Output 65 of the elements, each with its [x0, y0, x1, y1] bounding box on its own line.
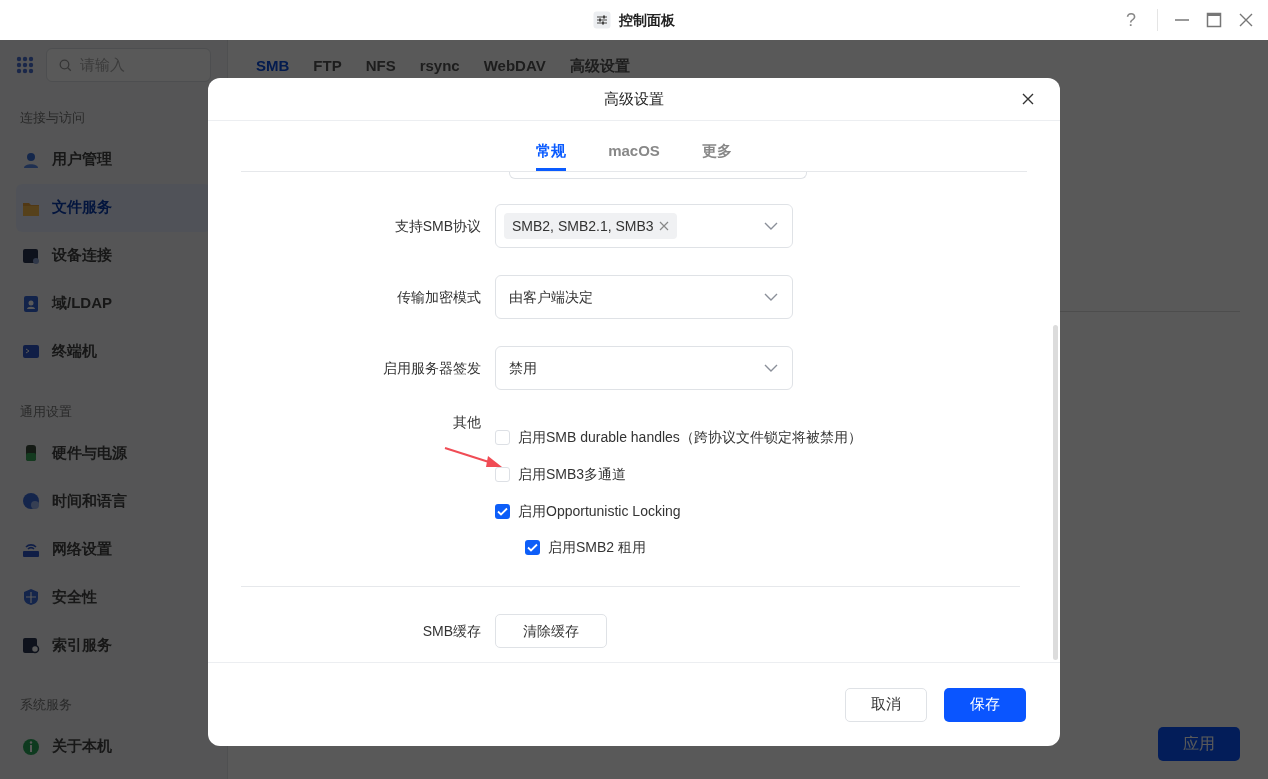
sidebar-item[interactable]: 文件服务 — [16, 183, 211, 232]
sidebar-item[interactable]: 安全性 — [16, 573, 211, 621]
tab[interactable]: WebDAV — [483, 54, 546, 78]
sidebar-item[interactable]: 网络设置 — [16, 525, 211, 573]
chevron-down-icon — [764, 364, 778, 372]
sidebar-item[interactable]: 设备连接 — [16, 231, 211, 280]
globe-icon — [22, 492, 40, 510]
field-label: 启用服务器签发 — [382, 358, 482, 378]
dropdown[interactable]: 由客户端决定 — [495, 275, 793, 319]
tab[interactable]: SMB — [256, 54, 290, 78]
shield-icon — [22, 588, 40, 606]
dropdown-value: 由客户端决定 — [508, 287, 593, 307]
checkbox[interactable] — [495, 467, 510, 482]
sidebar-item[interactable]: 域/LDAP — [16, 279, 211, 328]
help-button[interactable]: ? — [1121, 6, 1141, 34]
chevron-down-icon — [764, 222, 778, 230]
save-button[interactable]: 保存 — [944, 687, 1026, 722]
remove-icon[interactable] — [658, 221, 669, 231]
sidebar-item[interactable]: 硬件与电源 — [16, 429, 211, 477]
window-title: 控制面板 — [619, 10, 675, 30]
dropdown[interactable]: 禁用 — [495, 346, 793, 390]
checkmark-icon — [497, 507, 508, 516]
field-label: 其他 — [453, 413, 481, 432]
tab[interactable]: rsync — [419, 54, 460, 78]
clear-cache-button[interactable]: 清除缓存 — [495, 614, 607, 648]
annotation-arrow — [444, 447, 504, 469]
chevron-down-icon — [764, 293, 778, 301]
checkbox[interactable] — [495, 430, 510, 445]
tab[interactable]: 高级设置 — [569, 54, 630, 78]
tab[interactable]: NFS — [365, 54, 396, 78]
user-icon — [22, 150, 40, 169]
checkmark-icon — [527, 543, 538, 552]
checkbox-label: 启用SMB durable handles（跨协议文件锁定将被禁用） — [518, 428, 862, 447]
tag: SMB2, SMB2.1, SMB3 — [504, 213, 677, 239]
maximize-icon[interactable] — [1206, 12, 1222, 28]
checkbox-label: 启用SMB3多通道 — [518, 465, 627, 484]
id-card-icon — [22, 294, 40, 313]
sidebar-item[interactable]: 终端机 — [16, 327, 211, 376]
sidebar-item[interactable]: 关于本机 — [16, 722, 211, 771]
apply-button[interactable]: 应用 — [1158, 727, 1240, 761]
cancel-button[interactable]: 取消 — [845, 687, 927, 722]
tab[interactable]: 常规 — [536, 139, 567, 171]
app-grid-icon[interactable] — [16, 56, 34, 74]
checkbox-label: 启用Opportunistic Locking — [518, 502, 681, 521]
checkbox-label: 启用SMB2 租用 — [548, 538, 646, 557]
sidebar-item[interactable]: 用户管理 — [16, 135, 211, 184]
checkbox[interactable] — [525, 540, 540, 555]
field-label: SMB缓存 — [421, 621, 482, 641]
tab[interactable]: FTP — [313, 54, 342, 78]
sidebar-item[interactable]: 时间和语言 — [16, 477, 211, 525]
field-label: 传输加密模式 — [396, 287, 482, 307]
terminal-icon — [22, 342, 40, 361]
close-icon[interactable] — [1022, 93, 1034, 105]
dropdown[interactable]: SMB2, SMB2.1, SMB3 — [495, 204, 793, 248]
field-label: 支持SMB协议 — [393, 216, 482, 236]
dialog-title: 高级设置 — [604, 88, 664, 109]
tab[interactable]: macOS — [608, 139, 660, 171]
tab[interactable]: 更多 — [701, 139, 732, 171]
device-icon — [22, 246, 40, 265]
search-icon — [59, 58, 72, 72]
dropdown-value: 禁用 — [508, 358, 537, 378]
sliders-icon — [593, 11, 611, 29]
sidebar-item[interactable]: 索引服务 — [16, 621, 211, 669]
checkbox[interactable] — [495, 504, 510, 519]
info-icon — [22, 737, 40, 756]
